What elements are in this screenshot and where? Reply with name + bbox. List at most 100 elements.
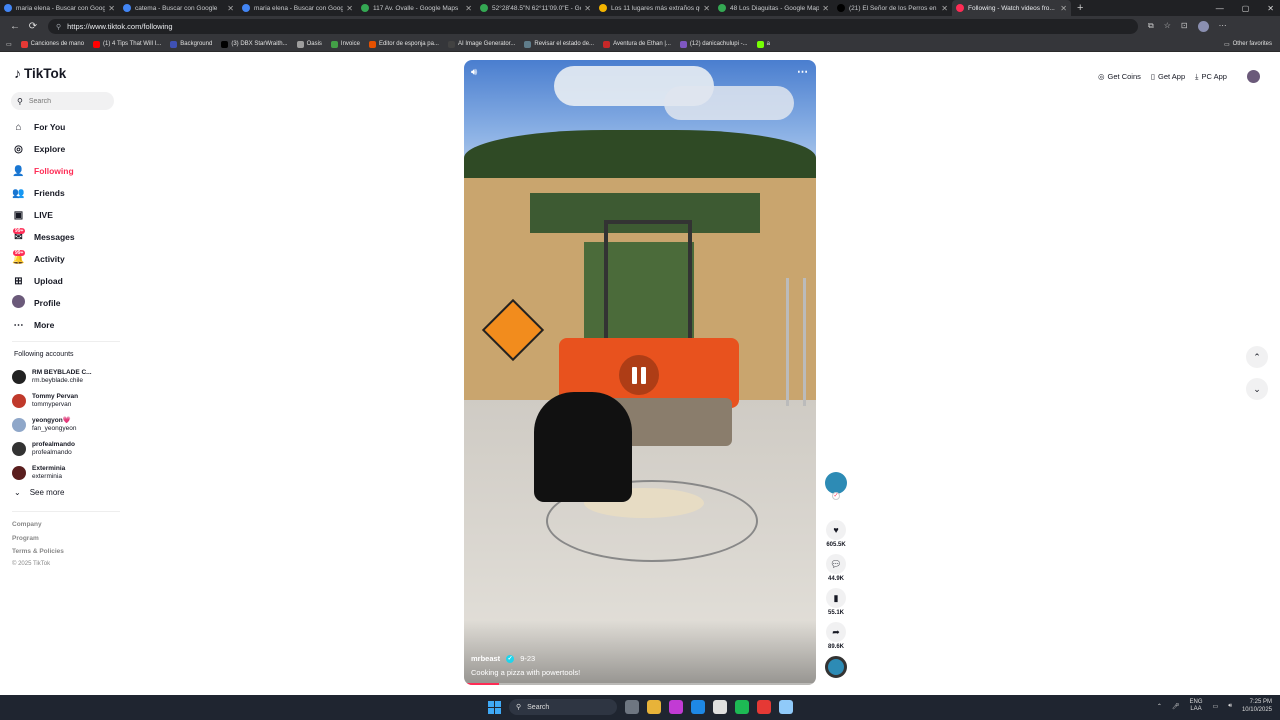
browser-tab[interactable]: 52°28'48.5"N 62°11'09.0"E - Goo...✕: [476, 0, 595, 16]
browser-tab[interactable]: catema - Buscar con Google ✕: [119, 0, 238, 16]
video-progress-bar[interactable]: [464, 683, 816, 685]
previous-video-button[interactable]: ⌃: [1246, 346, 1268, 368]
close-tab-icon[interactable]: ✕: [822, 4, 829, 13]
language-indicator[interactable]: ENG LAA: [1190, 699, 1203, 713]
windows-start-icon[interactable]: [488, 700, 501, 714]
sidebar-item-explore[interactable]: ◎ Explore: [12, 138, 75, 160]
bookmark-item[interactable]: Oasis: [296, 40, 322, 48]
back-icon[interactable]: ←: [6, 21, 24, 32]
bookmark-item[interactable]: Aventura de Ethan |...: [603, 40, 671, 48]
footer-program-link[interactable]: Program: [12, 535, 39, 542]
pc-app-link[interactable]: ⤓ PC App: [1195, 72, 1227, 82]
sidebar-item-live[interactable]: ▣ LIVE: [12, 204, 75, 226]
taskbar-app-icon[interactable]: [713, 700, 727, 714]
browser-tab[interactable]: maria elena - Buscar con Google ✕: [238, 0, 357, 16]
clock[interactable]: 7:25 PM 10/10/2025: [1242, 698, 1272, 714]
close-tab-icon[interactable]: ✕: [703, 4, 710, 13]
taskbar-app-icon[interactable]: [669, 700, 683, 714]
following-account[interactable]: RM BEYBLADE C... rm.beyblade.chile: [12, 365, 92, 389]
bookmark-item[interactable]: a: [756, 40, 770, 48]
following-account[interactable]: profealmando profealmando: [12, 437, 92, 461]
comment-action[interactable]: 💬︎ 44.9K: [822, 554, 850, 582]
video-author[interactable]: mrbeast ✓ 9-23: [471, 654, 535, 663]
get-coins-link[interactable]: ◎ Get Coins: [1098, 72, 1141, 81]
other-favorites[interactable]: ▭ Other favorites: [1224, 41, 1272, 48]
taskbar-app-icon[interactable]: [647, 700, 661, 714]
search-box[interactable]: ⚲: [11, 92, 114, 110]
browser-tab[interactable]: Los 11 lugares más extraños que...✕: [595, 0, 714, 16]
bookmark-item[interactable]: Invoice: [330, 40, 360, 48]
browser-tab[interactable]: 48 Los Diaguitas - Google Maps ✕: [714, 0, 833, 16]
taskbar-app-icon[interactable]: [779, 700, 793, 714]
microphone-icon[interactable]: 🎤︎: [1172, 703, 1180, 710]
close-window-icon[interactable]: ✕: [1267, 4, 1274, 13]
video-player[interactable]: 🔊︎ ⋯ mrbeast ✓ 9-23 Cooking a pizza with…: [464, 60, 816, 685]
bookmark-item[interactable]: Editor de esponja pa...: [368, 40, 439, 48]
taskbar-search[interactable]: ⚲ Search: [509, 699, 617, 715]
close-tab-icon[interactable]: ✕: [941, 4, 948, 13]
taskbar-app-icon[interactable]: [735, 700, 749, 714]
url-field[interactable]: ⚲ https://www.tiktok.com/following: [48, 19, 1138, 34]
browser-tab[interactable]: maria elena - Buscar con Google ✕: [0, 0, 119, 16]
share-action[interactable]: ➦ 89.6K: [822, 622, 850, 650]
close-tab-icon[interactable]: ✕: [346, 4, 353, 13]
bookmark-item[interactable]: AI Image Generator...: [447, 40, 515, 48]
tiktok-logo[interactable]: ♪ TikTok: [14, 65, 66, 81]
browser-tab[interactable]: (21) El Señor de los Perros en X ✕: [833, 0, 952, 16]
sidebar-item-profile[interactable]: Profile: [12, 292, 75, 314]
extensions-icon[interactable]: ⧉: [1148, 21, 1154, 32]
taskbar-app-icon[interactable]: [691, 700, 705, 714]
bookmark-item[interactable]: Background: [170, 40, 212, 48]
footer-company-link[interactable]: Company: [12, 521, 42, 528]
bookmark-item[interactable]: Canciones de mano: [20, 40, 84, 48]
close-tab-icon[interactable]: ✕: [584, 4, 591, 13]
heart-icon[interactable]: ♥: [826, 520, 846, 540]
new-tab-button[interactable]: +: [1077, 2, 1083, 14]
footer-terms-link[interactable]: Terms & Policies: [12, 548, 64, 555]
following-account[interactable]: Tommy Pervan tommypervan: [12, 389, 92, 413]
favorite-star-icon[interactable]: ☆: [1164, 21, 1171, 32]
sidebar-item-more[interactable]: ⋯ More: [12, 314, 75, 336]
like-action[interactable]: ♥ 605.5K: [822, 520, 850, 548]
apps-icon[interactable]: ▭: [6, 41, 12, 48]
close-tab-icon[interactable]: ✕: [108, 4, 115, 13]
next-video-button[interactable]: ⌄: [1246, 378, 1268, 400]
bookmark-item[interactable]: Revisar el estado de...: [524, 40, 594, 48]
taskbar-app-icon[interactable]: [757, 700, 771, 714]
see-more-button[interactable]: ⌄ See more: [14, 488, 64, 497]
close-tab-icon[interactable]: ✕: [465, 4, 472, 13]
collections-icon[interactable]: ⊡: [1181, 21, 1188, 32]
followed-check-icon[interactable]: ✓: [832, 492, 840, 500]
sidebar-item-friends[interactable]: 👥 Friends: [12, 182, 75, 204]
site-info-icon[interactable]: ⚲: [56, 23, 61, 31]
search-input[interactable]: [28, 97, 99, 105]
save-action[interactable]: ▮ 55.1K: [822, 588, 850, 616]
volume-icon[interactable]: 🔊︎: [471, 67, 477, 78]
music-disc-avatar[interactable]: [825, 656, 847, 678]
profile-avatar[interactable]: [1246, 70, 1260, 83]
sidebar-item-upload[interactable]: ⊞ Upload: [12, 270, 75, 292]
close-tab-icon[interactable]: ✕: [227, 4, 234, 13]
author-name[interactable]: mrbeast: [471, 654, 500, 663]
bookmark-item[interactable]: (3) DBX StarWraith...: [221, 40, 288, 48]
speaker-icon[interactable]: 🔊︎: [1228, 703, 1232, 710]
sidebar-item-activity[interactable]: 🔔 99+ Activity: [12, 248, 75, 270]
sidebar-item-following[interactable]: 👤 Following: [12, 160, 75, 182]
more-options-icon[interactable]: ⋯: [797, 65, 808, 78]
maximize-icon[interactable]: ▢: [1242, 4, 1250, 13]
share-icon[interactable]: ➦: [826, 622, 846, 642]
following-account[interactable]: Exterminia exterminia: [12, 461, 92, 485]
sidebar-item-messages[interactable]: ✉ 99+ Messages: [12, 226, 75, 248]
browser-tab[interactable]: Following - Watch videos fro... ✕: [952, 0, 1071, 16]
bookmark-item[interactable]: (12) danicachulupi -...: [679, 40, 748, 48]
browser-tab[interactable]: 117 Av. Ovalle - Google Maps ✕: [357, 0, 476, 16]
reload-icon[interactable]: ⟳: [24, 21, 42, 32]
pause-button[interactable]: [619, 355, 659, 395]
sidebar-item-for-you[interactable]: ⌂ For You: [12, 116, 75, 138]
profile-avatar[interactable]: [1197, 21, 1209, 32]
comment-icon[interactable]: 💬︎: [826, 554, 846, 574]
following-account[interactable]: yeongyon💗 fan_yeongyeon: [12, 413, 92, 437]
menu-icon[interactable]: ⋯: [1219, 21, 1227, 32]
get-app-link[interactable]: ▯ Get App: [1151, 72, 1185, 81]
creator-avatar[interactable]: ✓: [825, 472, 847, 500]
